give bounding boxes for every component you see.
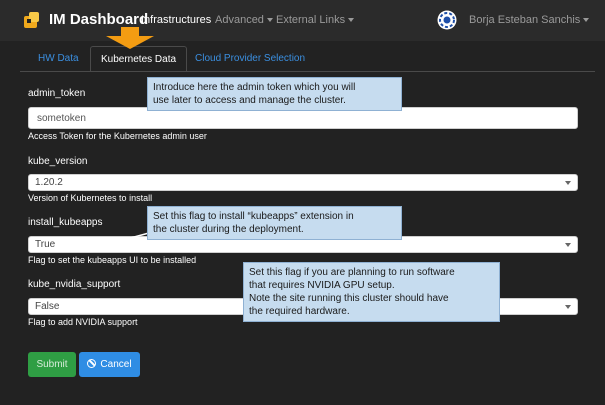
cancel-button[interactable]: Cancel [79,352,140,377]
admin-token-label: admin_token [28,88,86,99]
callout-line: the required hardware. [249,306,350,317]
submit-button[interactable]: Submit [28,352,76,377]
install-kubeapps-label: install_kubeapps [28,217,103,228]
tab-divider [20,71,595,72]
nav-advanced-label: Advanced [215,14,264,26]
chevron-down-icon [565,243,571,247]
submit-label: Submit [36,359,68,370]
orange-arrow-icon [106,27,154,49]
callout-admin-token: Introduce here the admin token which you… [147,77,402,111]
kube-version-value: 1.20.2 [35,177,63,188]
nav-infrastructures[interactable]: Infrastructures [141,14,211,26]
chevron-down-icon [266,18,273,23]
kube-nvidia-support-help: Flag to add NVIDIA support [28,317,138,327]
callout-install-kubeapps: Set this flag to install “kubeapps” exte… [147,206,402,240]
user-name-label: Borja Esteban Sanchis [469,14,581,26]
chevron-down-icon [565,181,571,185]
brand-title[interactable]: IM Dashboard [49,11,148,28]
install-kubeapps-help: Flag to set the kubeapps UI to be instal… [28,255,197,265]
egi-avatar-icon[interactable] [437,10,457,30]
nav-infrastructures-label: Infrastructures [141,14,212,26]
top-navbar: IM Dashboard Infrastructures Advanced Ex… [0,0,605,41]
callout-line: the cluster during the deployment. [153,224,304,235]
im-logo-icon[interactable] [22,10,42,30]
callout-line: use later to access and manage the clust… [153,95,346,106]
tab-kubernetes-data[interactable]: Kubernetes Data [90,46,188,71]
kube-version-select[interactable]: 1.20.2 [28,174,578,191]
kube-version-help: Version of Kubernetes to install [28,193,153,203]
callout-line: Set this flag if you are planning to run… [249,267,455,278]
tab-cloud-provider-selection[interactable]: Cloud Provider Selection [185,46,315,71]
chevron-down-icon [565,305,571,309]
tab-hw-data[interactable]: HW Data [28,46,89,71]
nav-external-links-label: External Links [276,14,346,26]
kube-nvidia-support-value: False [35,301,60,312]
nav-external-links[interactable]: External Links [276,14,355,26]
callout-line: Note the site running this cluster shoul… [249,293,449,304]
install-kubeapps-value: True [35,239,56,250]
cancel-label: Cancel [100,359,132,370]
callout-line: that requires NVIDIA GPU setup. [249,280,395,291]
callout-nvidia-support: Set this flag if you are planning to run… [243,262,500,322]
kube-nvidia-support-label: kube_nvidia_support [28,279,121,290]
user-menu[interactable]: Borja Esteban Sanchis [469,14,590,26]
chevron-down-icon [583,18,590,23]
kube-version-label: kube_version [28,156,88,167]
admin-token-help: Access Token for the Kubernetes admin us… [28,131,207,141]
callout-line: Set this flag to install “kubeapps” exte… [153,211,354,222]
ban-icon [87,359,97,368]
callout-line: Introduce here the admin token which you… [153,82,356,93]
nav-advanced[interactable]: Advanced [215,14,273,26]
chevron-down-icon [348,18,355,23]
